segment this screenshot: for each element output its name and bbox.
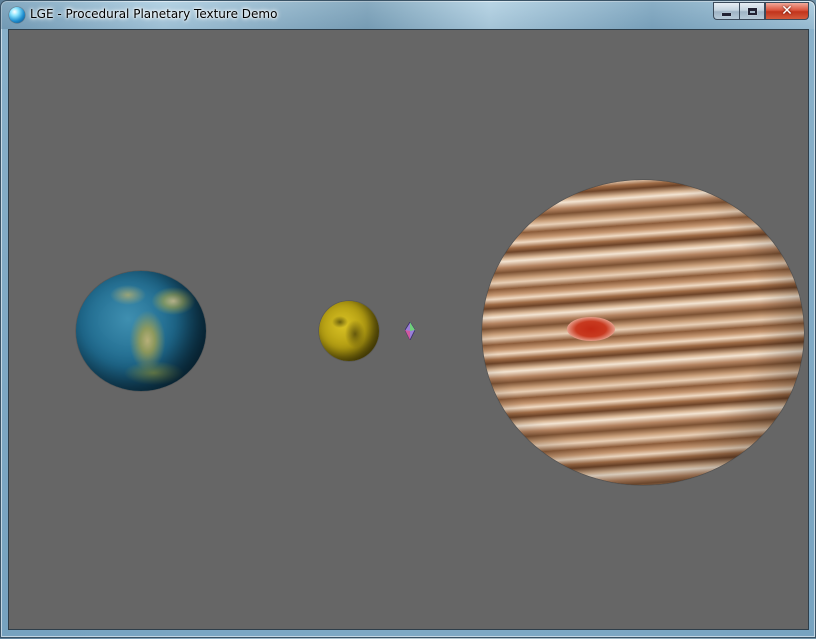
maximize-button[interactable]: [739, 2, 765, 20]
maximize-icon: [747, 7, 757, 15]
app-window: LGE - Procedural Planetary Texture Demo …: [0, 0, 816, 638]
title-bar[interactable]: LGE - Procedural Planetary Texture Demo …: [1, 1, 815, 29]
render-viewport[interactable]: [8, 29, 809, 630]
close-button[interactable]: ✕: [765, 2, 809, 20]
sphere-icon[interactable]: [9, 7, 25, 23]
window-title: LGE - Procedural Planetary Texture Demo: [30, 7, 278, 21]
window-controls: ✕: [713, 2, 809, 21]
yellow-moon: [319, 301, 379, 361]
close-icon: ✕: [781, 3, 793, 19]
earth-like-planet: [76, 271, 206, 391]
gas-giant-red-spot: [567, 317, 615, 341]
diamond-marker-icon: [405, 322, 415, 340]
gas-giant: [482, 180, 804, 485]
minimize-button[interactable]: [713, 2, 739, 20]
minimize-icon: [722, 12, 731, 16]
